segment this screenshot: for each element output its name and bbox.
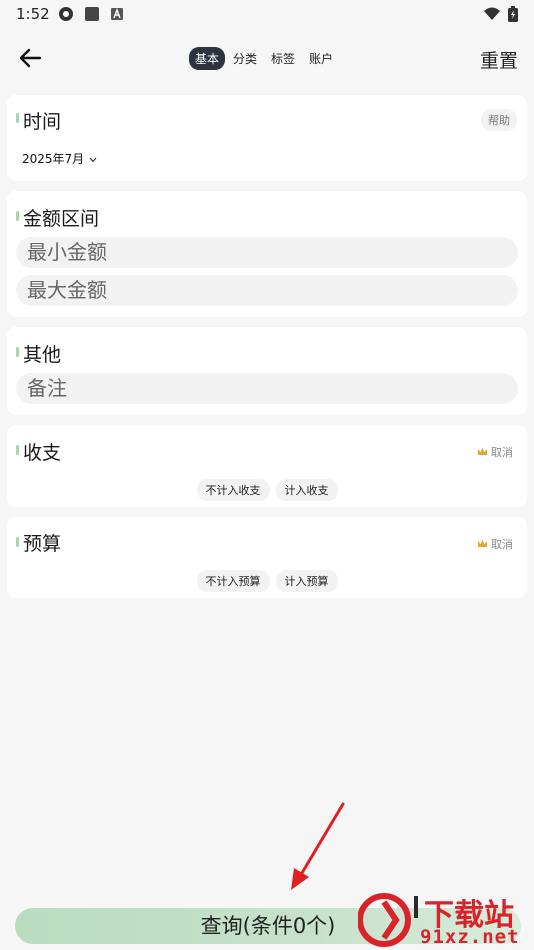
income-chip-group: 不计入收支 计入收支 (7, 479, 527, 501)
app-status-icon (85, 7, 99, 21)
tab-basic[interactable]: 基本 (189, 46, 226, 70)
help-button[interactable]: 帮助 (481, 109, 517, 131)
section-accent (16, 445, 19, 455)
income-expense-card: 收支 取消 不计入收支 计入收支 (7, 425, 527, 507)
settings-status-icon (59, 7, 73, 21)
time-card: 时间 帮助 2025年7月 (7, 95, 527, 181)
status-bar: 1:52 (0, 0, 534, 28)
watermark-domain: 91xz.net (420, 926, 520, 948)
time-title: 时间 (23, 111, 62, 133)
include-income-chip[interactable]: 计入收支 (275, 479, 338, 501)
wifi-icon (484, 7, 500, 20)
crown-icon (478, 540, 487, 547)
amount-title: 金额区间 (23, 208, 100, 230)
crown-icon (478, 448, 487, 455)
note-input[interactable]: 备注 (16, 373, 518, 404)
other-card: 其他 备注 (7, 327, 527, 415)
other-title: 其他 (23, 344, 62, 366)
budget-title: 预算 (23, 533, 62, 555)
section-accent (16, 537, 19, 547)
tab-category[interactable]: 分类 (227, 47, 263, 70)
cancel-label: 取消 (491, 538, 513, 551)
section-accent (16, 113, 19, 123)
amount-card: 金额区间 最小金额 最大金额 (7, 191, 527, 317)
date-value: 2025年7月 (22, 152, 85, 166)
income-expense-title: 收支 (23, 442, 62, 464)
reset-button[interactable]: 重置 (480, 46, 518, 73)
exclude-income-chip[interactable]: 不计入收支 (196, 479, 270, 501)
max-amount-input[interactable]: 最大金额 (16, 275, 518, 306)
chevron-down-icon (89, 157, 97, 162)
include-budget-chip[interactable]: 计入预算 (275, 570, 338, 592)
section-accent (16, 347, 19, 357)
battery-icon (508, 6, 518, 22)
annotation-arrow-icon (291, 802, 345, 890)
tab-bar: 基本 分类 标签 账户 (189, 46, 339, 70)
budget-cancel-button[interactable]: 取消 (477, 536, 513, 552)
date-selector[interactable]: 2025年7月 (22, 150, 97, 167)
budget-chip-group: 不计入预算 计入预算 (7, 570, 527, 592)
a-status-icon (111, 8, 123, 20)
cancel-label: 取消 (491, 446, 513, 459)
exclude-budget-chip[interactable]: 不计入预算 (196, 570, 270, 592)
back-arrow-icon[interactable] (16, 44, 46, 72)
section-accent (16, 211, 19, 221)
budget-card: 预算 取消 不计入预算 计入预算 (7, 517, 527, 598)
tab-account[interactable]: 账户 (303, 47, 339, 70)
income-cancel-button[interactable]: 取消 (477, 444, 513, 460)
status-time: 1:52 (16, 5, 50, 23)
site-watermark: 下载站 91xz.net (358, 888, 530, 950)
min-amount-input[interactable]: 最小金额 (16, 237, 518, 268)
tab-tag[interactable]: 标签 (265, 47, 301, 70)
